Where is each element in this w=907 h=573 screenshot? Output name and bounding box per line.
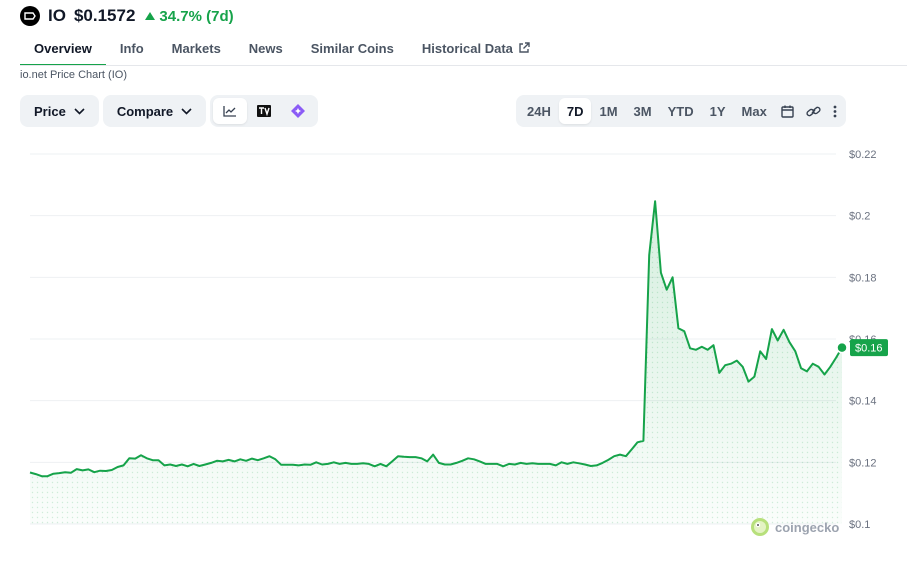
caret-up-icon bbox=[145, 12, 156, 20]
line-chart-icon bbox=[223, 106, 237, 117]
last-price-label: $0.16 bbox=[855, 343, 883, 355]
external-link-icon bbox=[519, 42, 530, 53]
range-7d-button[interactable]: 7D bbox=[558, 98, 592, 124]
chart-toolbar-left: Price Compare bbox=[20, 95, 319, 127]
y-tick-label: $0.12 bbox=[849, 457, 877, 469]
chart-view-toggle bbox=[210, 95, 319, 127]
tab-historical-data-label: Historical Data bbox=[421, 41, 513, 56]
price-dropdown[interactable]: Price bbox=[20, 95, 99, 127]
range-selector: 24H 7D 1M 3M YTD 1Y Max bbox=[516, 95, 846, 127]
coingecko-watermark: coingecko bbox=[750, 517, 839, 537]
link-icon bbox=[806, 106, 821, 116]
watermark-text: coingecko bbox=[775, 519, 840, 535]
price-change: 34.7% (7d) bbox=[145, 7, 234, 25]
coin-symbol: IO bbox=[48, 6, 66, 25]
range-max-button[interactable]: Max bbox=[734, 98, 775, 124]
tab-historical-data[interactable]: Historical Data bbox=[408, 33, 544, 66]
calendar-icon bbox=[781, 105, 794, 118]
coingecko-logo-icon bbox=[751, 518, 769, 536]
tab-news[interactable]: News bbox=[235, 33, 297, 66]
chart-caption: io.net Price Chart (IO) bbox=[20, 69, 127, 81]
tab-markets[interactable]: Markets bbox=[158, 33, 235, 66]
coin-header: IO $0.1572 34.7% (7d) bbox=[20, 5, 234, 27]
compare-dropdown-label: Compare bbox=[116, 103, 174, 119]
more-vertical-icon bbox=[833, 105, 837, 117]
range-24h-button[interactable]: 24H bbox=[519, 98, 559, 124]
more-options-button[interactable] bbox=[827, 98, 843, 124]
share-link-button[interactable] bbox=[800, 98, 827, 124]
range-1y-button[interactable]: 1Y bbox=[702, 98, 734, 124]
tab-overview[interactable]: Overview bbox=[20, 33, 106, 66]
range-3m-button[interactable]: 3M bbox=[626, 98, 660, 124]
price-dropdown-label: Price bbox=[34, 103, 66, 119]
y-tick-label: $0.1 bbox=[849, 519, 870, 531]
price-change-value: 34.7% (7d) bbox=[159, 7, 234, 25]
line-chart-button[interactable] bbox=[213, 98, 248, 124]
price-area-pattern bbox=[30, 201, 842, 524]
range-ytd-button[interactable]: YTD bbox=[660, 98, 702, 124]
last-price-marker bbox=[836, 341, 848, 354]
io-logo-icon bbox=[20, 6, 40, 26]
tabs-divider bbox=[20, 65, 907, 66]
nav-tabs: Overview Info Markets News Similar Coins… bbox=[20, 33, 544, 66]
coin-price: $0.1572 bbox=[73, 6, 136, 25]
last-price-badge: $0.16 bbox=[850, 339, 888, 357]
ai-insights-button[interactable] bbox=[281, 98, 315, 124]
y-tick-label: $0.2 bbox=[849, 211, 870, 223]
date-picker-button[interactable] bbox=[775, 98, 800, 124]
tab-similar-coins[interactable]: Similar Coins bbox=[297, 33, 408, 66]
y-tick-label: $0.22 bbox=[849, 149, 877, 161]
price-chart[interactable]: $0.22$0.2$0.18$0.16$0.14$0.12$0.1 $0.16 bbox=[0, 140, 907, 573]
tab-info[interactable]: Info bbox=[106, 33, 158, 66]
tradingview-button[interactable] bbox=[247, 98, 281, 124]
chevron-down-icon bbox=[74, 107, 85, 115]
tradingview-icon bbox=[257, 105, 272, 117]
range-1m-button[interactable]: 1M bbox=[591, 98, 625, 124]
sparkle-icon bbox=[291, 104, 306, 118]
chevron-down-icon bbox=[181, 107, 192, 115]
y-tick-label: $0.14 bbox=[849, 396, 877, 408]
y-tick-label: $0.18 bbox=[849, 272, 877, 284]
compare-dropdown[interactable]: Compare bbox=[102, 95, 207, 127]
